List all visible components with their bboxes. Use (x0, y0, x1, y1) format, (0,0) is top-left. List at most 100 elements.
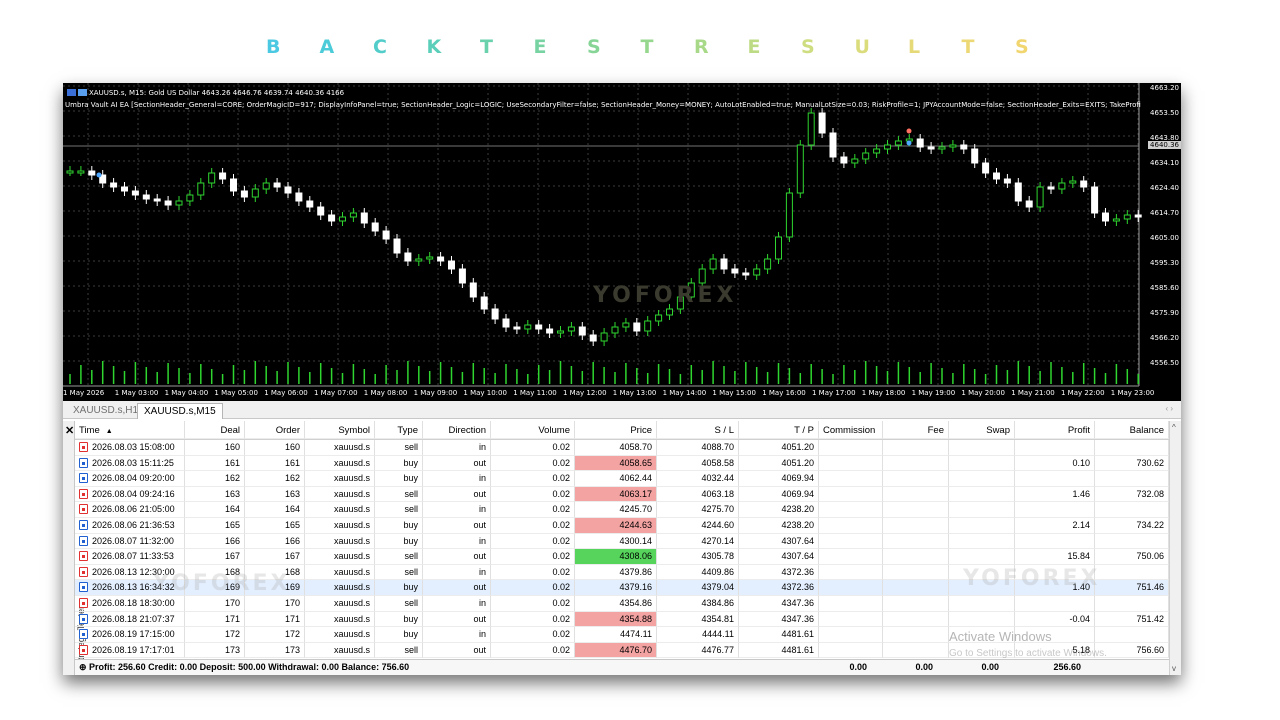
cell-balance (1095, 502, 1169, 519)
candle-body (153, 198, 161, 202)
table-row[interactable]: 2026.08.06 21:05:00 164 164 xauusd.s sell in 0… (75, 502, 1169, 519)
vertical-scrollbar[interactable]: ^ v (1169, 421, 1181, 675)
candle-body (524, 324, 532, 330)
candle-body (1047, 186, 1055, 190)
cell-deal: 166 (185, 533, 245, 550)
cell-deal: 162 (185, 471, 245, 487)
cell-deal: 160 (185, 440, 245, 456)
tab-scroll-arrows[interactable]: ‹ › (1165, 404, 1173, 413)
cell-price: 4354.86 (575, 596, 657, 612)
column-header-direction[interactable]: Direction (423, 421, 491, 439)
column-header-commission[interactable]: Commission (819, 421, 883, 439)
tab-xauusd-h1[interactable]: XAUUSD.s,H1 (67, 403, 144, 419)
column-header-type[interactable]: Type (375, 421, 423, 439)
expand-icon[interactable]: ⊕ (79, 662, 89, 672)
candle-body (502, 318, 510, 328)
cell-fee (883, 533, 949, 550)
cell-direction: out (423, 549, 491, 565)
cell-swap (949, 471, 1015, 487)
summary-fee: 0.00 (915, 662, 933, 672)
cell-commission (819, 642, 883, 659)
column-header-deal[interactable]: Deal (185, 421, 245, 439)
ea-parameters: Umbra Vault AI EA [SectionHeader_General… (65, 101, 1141, 109)
title-letter: U (854, 36, 870, 58)
candle-body (480, 296, 488, 310)
title-letter: B (266, 36, 281, 58)
cell-deal: 171 (185, 611, 245, 628)
table-row[interactable]: 2026.08.07 11:33:53 167 167 xauusd.s sell out… (75, 549, 1169, 565)
candle-body (938, 146, 946, 150)
cell-order: 163 (245, 486, 305, 503)
time-axis-label: 1 May 19:00 (911, 389, 956, 397)
terminal-window: XAUUSD.s, M15: Gold US Dollar 4643.26 46… (63, 83, 1181, 675)
tab-xauusd-m15[interactable]: XAUUSD.s,M15 (137, 403, 223, 419)
cell-direction: out (423, 580, 491, 597)
cell-commission (819, 455, 883, 472)
candle-body (742, 272, 750, 276)
table-row[interactable]: 2026.08.07 11:32:00 166 166 xauusd.s buy in 0.… (75, 533, 1169, 550)
column-header-order[interactable]: Order (245, 421, 305, 439)
time-axis-label: 1 May 12:00 (563, 389, 607, 397)
table-row[interactable]: 2026.08.06 21:36:53 165 165 xauusd.s buy out 0… (75, 518, 1169, 534)
buy-deal-icon (79, 535, 88, 546)
cell-balance: 751.42 (1095, 611, 1169, 628)
time-axis-label: 1 May 20:00 (961, 389, 1005, 397)
candle-body (666, 308, 673, 316)
cell-balance (1095, 564, 1169, 581)
cell-deal: 164 (185, 502, 245, 519)
column-header-price[interactable]: Price (575, 421, 657, 439)
column-header-balance[interactable]: Balance (1095, 421, 1169, 439)
cell-volume: 0.02 (491, 642, 575, 659)
column-header-volume[interactable]: Volume (491, 421, 575, 439)
cell-commission (819, 486, 883, 503)
cell-symbol: xauusd.s (305, 596, 375, 612)
cell-profit: 2.14 (1015, 518, 1095, 534)
candle-body (884, 144, 891, 150)
table-row[interactable]: 2026.08.04 09:20:00 162 162 xauusd.s buy in 0.… (75, 471, 1169, 487)
cell-type: buy (375, 580, 423, 597)
candle-body (698, 268, 706, 284)
table-row[interactable]: 2026.08.18 21:07:37 171 171 xauusd.s buy out 0… (75, 611, 1169, 628)
cell-symbol: xauusd.s (305, 533, 375, 550)
cell-symbol: xauusd.s (305, 502, 375, 519)
price-axis-label: 4595.30 (1150, 259, 1179, 267)
table-row[interactable]: 2026.08.03 15:11:25 161 161 xauusd.s buy out 0… (75, 455, 1169, 472)
cell-direction: out (423, 455, 491, 472)
close-icon[interactable]: ✕ (65, 424, 74, 437)
column-header-symbol[interactable]: Symbol (305, 421, 375, 439)
cell-direction: in (423, 533, 491, 550)
cell-swap (949, 533, 1015, 550)
cell-sl: 4032.44 (657, 471, 739, 487)
cell-profit (1015, 440, 1095, 456)
candle-body (1069, 180, 1077, 184)
candlestick-chart (63, 83, 1142, 387)
robot-icon (78, 89, 87, 96)
column-header-profit[interactable]: Profit (1015, 421, 1095, 439)
sell-deal-icon (79, 551, 88, 562)
table-row[interactable]: 2026.08.04 09:24:16 163 163 xauusd.s sell out… (75, 486, 1169, 503)
column-header-tp[interactable]: T / P (739, 421, 819, 439)
table-row[interactable]: 2026.08.18 18:30:00 170 170 xauusd.s sell in 0… (75, 596, 1169, 612)
scroll-down-icon[interactable]: v (1172, 664, 1176, 673)
candle-body (709, 258, 717, 270)
candle-body (611, 326, 619, 334)
scroll-up-icon[interactable]: ^ (1172, 423, 1176, 432)
sort-ascending-icon: ▲ (105, 428, 113, 435)
candle-body (1058, 182, 1066, 190)
title-letter: A (319, 36, 335, 58)
cell-type: sell (375, 642, 423, 659)
column-header-sl[interactable]: S / L (657, 421, 739, 439)
cell-symbol: xauusd.s (305, 580, 375, 597)
time-axis-label: 1 May 11:00 (513, 389, 557, 397)
cell-volume: 0.02 (491, 549, 575, 565)
price-chart[interactable]: XAUUSD.s, M15: Gold US Dollar 4643.26 46… (63, 83, 1181, 401)
candle-body (993, 172, 1000, 180)
price-axis-label: 4614.70 (1150, 209, 1179, 217)
table-row[interactable]: 2026.08.03 15:08:00 160 160 xauusd.s sell in 0… (75, 440, 1169, 456)
column-header-fee[interactable]: Fee (883, 421, 949, 439)
candle-body (785, 192, 793, 238)
table-watermark-left: YOFOREX (153, 571, 291, 596)
column-header-time[interactable]: Time ▲ (75, 421, 185, 439)
column-header-swap[interactable]: Swap (949, 421, 1015, 439)
candle-body (1080, 180, 1088, 188)
